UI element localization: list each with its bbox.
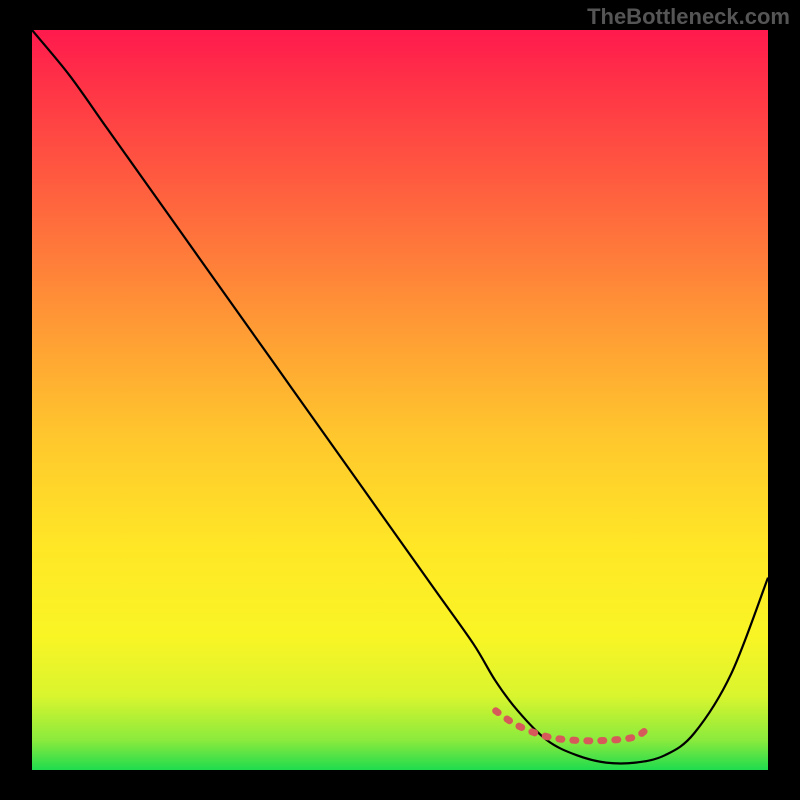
chart-plot-area [32,30,768,770]
bottleneck-curve-line [32,30,768,764]
flat-zone-marker-line [496,711,651,741]
watermark-text: TheBottleneck.com [587,4,790,30]
chart-svg [32,30,768,770]
